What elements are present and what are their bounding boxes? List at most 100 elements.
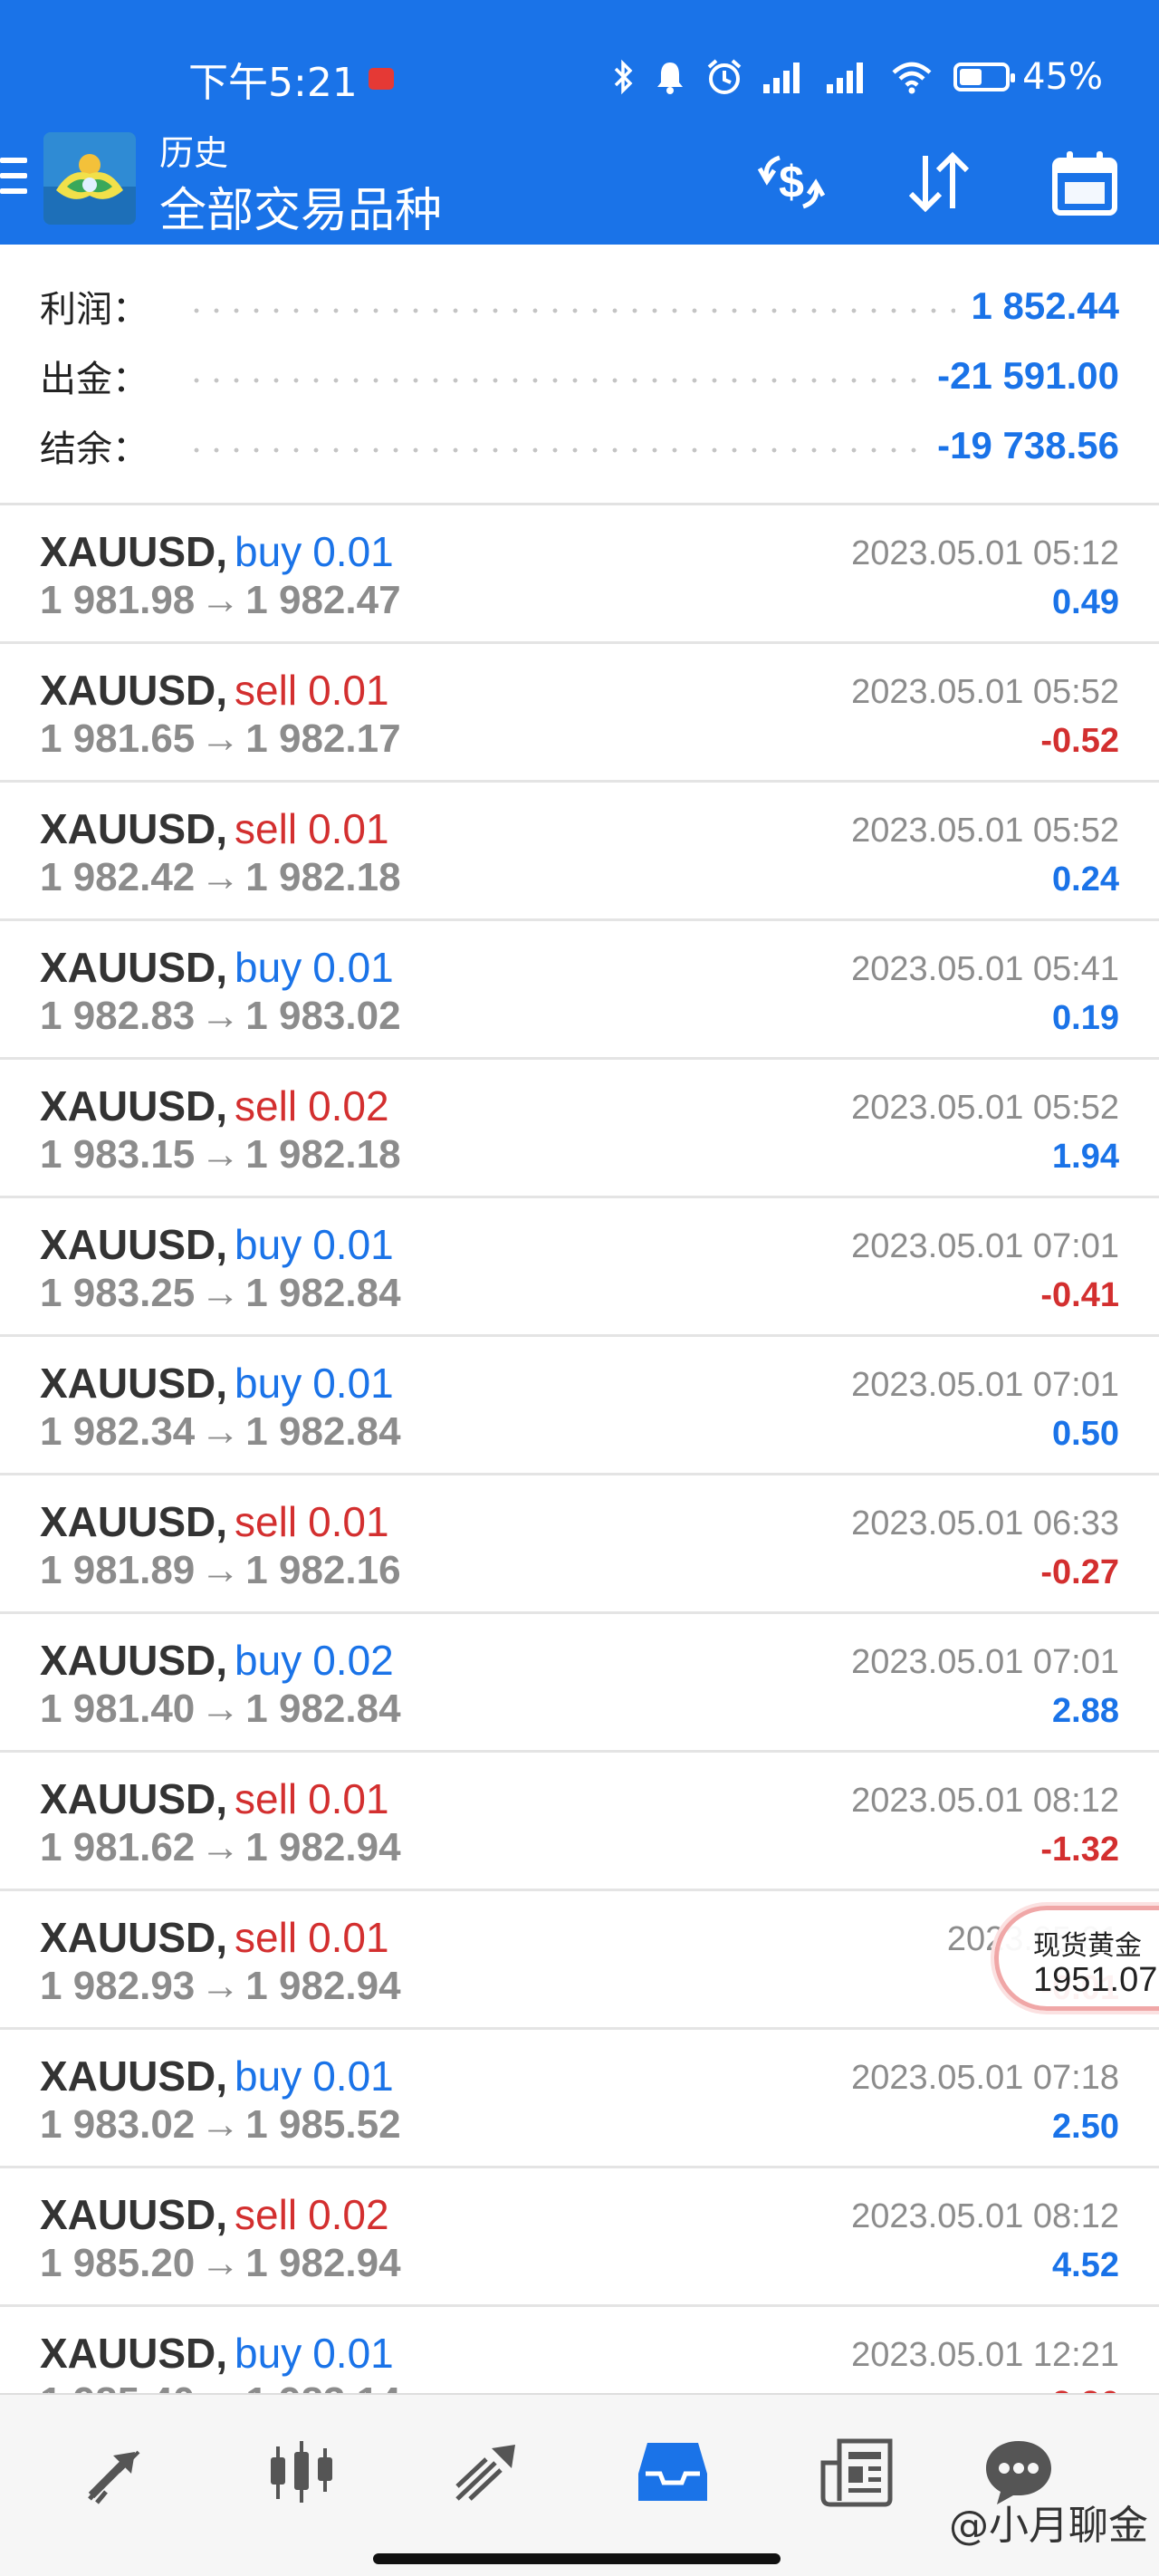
deal-time: 2023.05.01 08:12 xyxy=(851,1782,1119,1820)
deal-header: XAUUSD, sell 0.01 xyxy=(40,1497,389,1546)
deal-row[interactable]: XAUUSD, buy 0.01 1 983.02 → 1 985.52 2023.05.0… xyxy=(0,2030,1159,2168)
deal-prices: 1 983.02 → 1 985.52 xyxy=(40,2102,401,2148)
deal-time: 2023.05.01 07:18 xyxy=(851,2059,1119,2097)
open-price: 1 981.98 xyxy=(40,578,196,622)
widget-name: 现货黄金 xyxy=(1033,1930,1142,1962)
deal-profit: -1.32 xyxy=(1040,1831,1119,1869)
deal-prices: 1 985.20 → 1 982.94 xyxy=(40,2241,401,2286)
deal-row[interactable]: XAUUSD,sell0.011 982.93→1 982.942023.05.… xyxy=(0,1891,1159,2030)
deal-header: XAUUSD, sell 0.01 xyxy=(40,804,389,853)
deal-row[interactable]: XAUUSD, sell 0.01 1 982.42 → 1 982.18 2023.05.… xyxy=(0,783,1159,921)
open-price: 1 982.93 xyxy=(40,1964,196,2008)
arrow-right-icon: → xyxy=(200,855,241,899)
arrow-right-icon: → xyxy=(200,1825,241,1870)
deal-header: XAUUSD, sell 0.02 xyxy=(40,2190,389,2239)
deal-side: buy xyxy=(235,1221,302,1268)
deal-prices: 1 983.25 → 1 982.84 xyxy=(40,1271,401,1316)
deal-row[interactable]: XAUUSD, buy 0.02 1 981.40 → 1 982.84 2023.05.0… xyxy=(0,1614,1159,1753)
deal-profit: -0.41 xyxy=(1040,1276,1119,1314)
deal-header: XAUUSD, buy 0.01 xyxy=(40,2329,394,2378)
dotted-leader xyxy=(187,377,922,384)
deal-side: buy xyxy=(235,528,302,575)
chart-candles-icon xyxy=(271,2441,332,2503)
open-price: 1 983.02 xyxy=(40,2102,196,2147)
deal-volume: 0.01 xyxy=(312,528,394,575)
deal-row[interactable]: XAUUSD, sell 0.02 1 983.15 → 1 982.18 2023.05.… xyxy=(0,1060,1159,1198)
calendar-button[interactable] xyxy=(1041,141,1128,223)
deal-profit: 4.52 xyxy=(1052,2246,1119,2284)
deal-side: sell xyxy=(235,1775,298,1822)
deal-row[interactable]: XAUUSD,buy0.011 985.40→1 983.142023.05.0… xyxy=(0,2307,1159,2393)
deal-volume: 0.01 xyxy=(308,1914,389,1961)
deal-row[interactable]: XAUUSD, buy 0.01 1 983.25 → 1 982.84 2023.05.0… xyxy=(0,1198,1159,1337)
deal-side: buy xyxy=(235,1360,302,1407)
open-price: 1 981.65 xyxy=(40,716,196,761)
currency-exchange-button[interactable]: $ xyxy=(748,141,835,223)
deal-row[interactable]: XAUUSD, buy 0.01 1 982.34 → 1 982.84 2023.05.0… xyxy=(0,1337,1159,1475)
deal-prices: 1 985.40 → 1 983.14 xyxy=(40,2379,401,2393)
deal-row[interactable]: XAUUSD, sell 0.01 1 981.62 → 1 982.94 2023.05.… xyxy=(0,1753,1159,1891)
deal-profit: -0.52 xyxy=(1040,722,1119,760)
page-subtitle: 历史 xyxy=(159,135,229,173)
deal-symbol: XAUUSD, xyxy=(40,528,228,575)
summary-label: 出金： xyxy=(40,359,148,400)
deal-row[interactable]: XAUUSD, buy 0.01 1 981.98 → 1 982.47 2023.05.0… xyxy=(0,505,1159,644)
deal-profit: 2.50 xyxy=(1052,2108,1119,2146)
arrow-right-icon: → xyxy=(200,1687,241,1731)
deals-list[interactable]: XAUUSD, buy 0.01 1 981.98 → 1 982.47 2023.05.0… xyxy=(0,505,1159,2393)
watermark-text: @小月聊金 xyxy=(949,2503,1148,2549)
open-price: 1 983.25 xyxy=(40,1271,196,1315)
deal-prices: 1 981.62 → 1 982.94 xyxy=(40,1825,401,1870)
close-price: 1 982.94 xyxy=(245,2241,401,2285)
close-price: 1 982.16 xyxy=(245,1548,401,1592)
signal-icon-2 xyxy=(827,62,864,93)
deal-side: sell xyxy=(235,1914,298,1961)
gold-price-floating-widget[interactable]: 现货黄金 1951.07 xyxy=(994,1906,1159,2011)
open-price: 1 981.89 xyxy=(40,1548,196,1592)
arrow-right-icon: → xyxy=(200,2102,241,2147)
deal-prices: 1 981.40 → 1 982.84 xyxy=(40,1687,401,1732)
deal-prices: 1 982.42 → 1 982.18 xyxy=(40,855,401,900)
deal-profit: -2.26 xyxy=(1040,2385,1119,2393)
deal-prices: 1 981.89 → 1 982.16 xyxy=(40,1548,401,1593)
deal-row[interactable]: XAUUSD, buy 0.01 1 982.83 → 1 983.02 2023.05.0… xyxy=(0,921,1159,1060)
deal-header: XAUUSD, buy 0.01 xyxy=(40,2052,394,2100)
deal-prices: 1 982.93 → 1 982.94 xyxy=(40,1964,401,2009)
deal-volume: 0.02 xyxy=(308,2191,389,2238)
nav-news[interactable] xyxy=(817,2431,898,2513)
quotes-arrows-icon xyxy=(88,2450,140,2504)
toolbar: 历史 全部交易品种 $ xyxy=(0,118,1159,245)
deal-row[interactable]: XAUUSD, sell 0.01 1 981.89 → 1 982.16 2023.05.… xyxy=(0,1475,1159,1614)
deal-symbol: XAUUSD, xyxy=(40,944,228,991)
nav-chart[interactable] xyxy=(261,2431,342,2513)
deal-side: buy xyxy=(235,944,302,991)
summary-panel: 利润： 1 852.44 出金： -21 591.00 结余： -19 738.… xyxy=(0,245,1159,505)
nav-quotes[interactable] xyxy=(74,2431,156,2513)
deal-volume: 0.01 xyxy=(312,944,394,991)
deal-volume: 0.01 xyxy=(312,1221,394,1268)
deal-header: XAUUSD, sell 0.01 xyxy=(40,1913,389,1962)
calendar-icon xyxy=(1052,151,1117,216)
nav-trade[interactable] xyxy=(445,2431,527,2513)
alarm-icon xyxy=(707,59,742,94)
home-indicator[interactable] xyxy=(373,2553,781,2564)
deal-header: XAUUSD, buy 0.01 xyxy=(40,943,394,992)
arrow-right-icon: → xyxy=(200,2241,241,2285)
news-icon xyxy=(820,2438,893,2507)
open-price: 1 982.83 xyxy=(40,994,196,1038)
page-title[interactable]: 全部交易品种 xyxy=(159,172,442,240)
menu-icon[interactable] xyxy=(0,158,27,201)
deal-row[interactable]: XAUUSD, sell 0.02 1 985.20 → 1 982.94 2023.05.… xyxy=(0,2168,1159,2307)
nav-history[interactable] xyxy=(632,2431,714,2513)
deal-header: XAUUSD, buy 0.02 xyxy=(40,1636,394,1685)
deal-row[interactable]: XAUUSD, sell 0.01 1 981.65 → 1 982.17 2023.05.… xyxy=(0,644,1159,783)
close-price: 1 983.02 xyxy=(245,994,401,1038)
close-price: 1 982.94 xyxy=(245,1825,401,1870)
trade-icon xyxy=(455,2445,515,2501)
bell-icon xyxy=(657,62,684,94)
sort-button[interactable] xyxy=(895,141,982,223)
summary-row-balance: 结余： -19 738.56 xyxy=(40,418,1119,473)
deal-volume: 0.02 xyxy=(312,1637,394,1684)
bottom-navigation: @小月聊金 xyxy=(0,2393,1159,2576)
summary-value: -21 591.00 xyxy=(937,354,1119,397)
